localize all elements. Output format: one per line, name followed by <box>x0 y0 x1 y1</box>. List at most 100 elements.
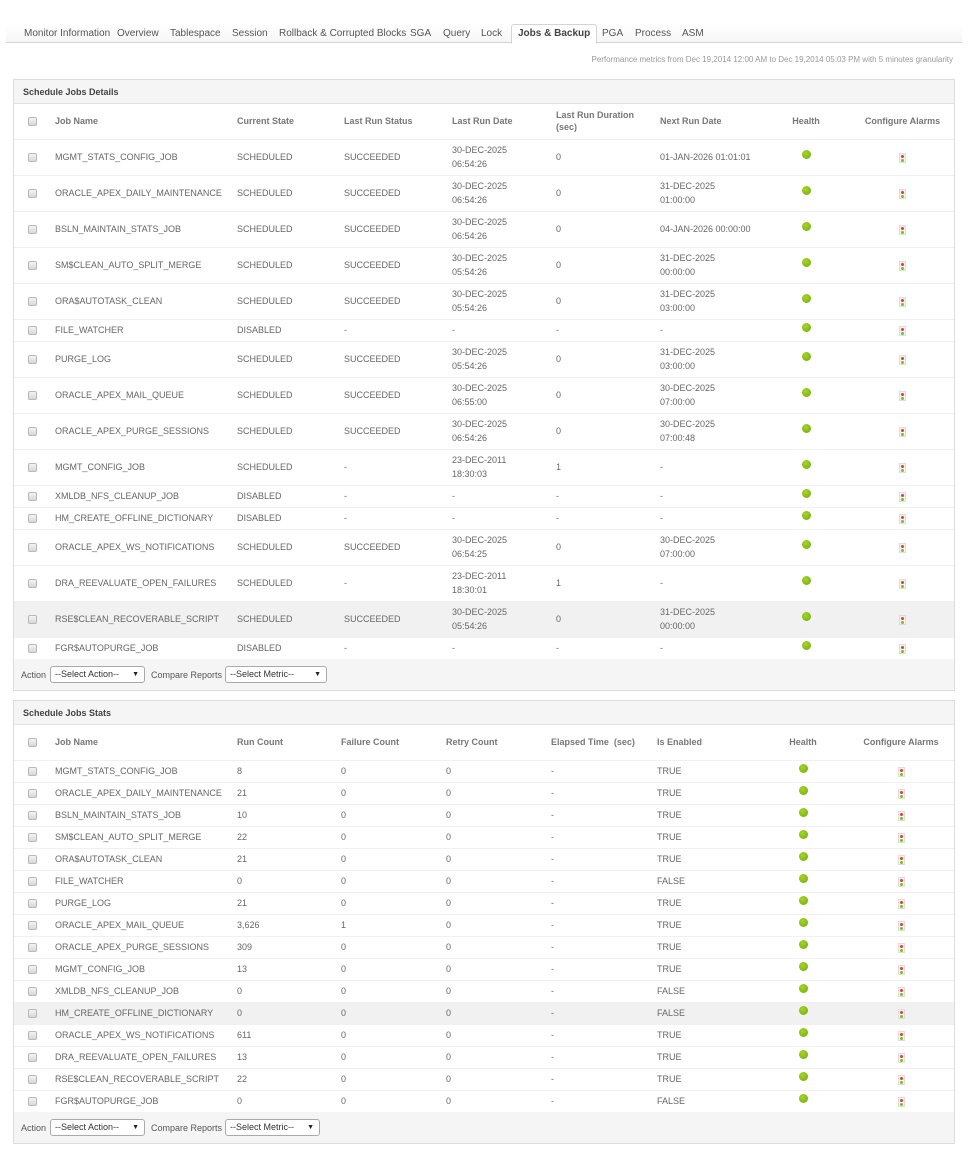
action-select[interactable]: --Select Action-- ▼ <box>50 666 146 683</box>
column-header[interactable]: Failure Count <box>337 725 442 760</box>
row-checkbox[interactable] <box>28 326 37 336</box>
traffic-light-alarm-icon[interactable] <box>897 1052 905 1063</box>
tab-pga[interactable]: PGA <box>596 27 629 43</box>
column-header[interactable]: Next Run Date <box>656 104 761 139</box>
row-checkbox[interactable] <box>28 427 37 437</box>
select-all-checkbox[interactable] <box>28 117 37 127</box>
tab-lock[interactable]: Lock <box>475 27 508 43</box>
traffic-light-alarm-icon[interactable] <box>897 766 905 777</box>
tab-tablespace[interactable]: Tablespace <box>164 27 227 43</box>
traffic-light-alarm-icon[interactable] <box>899 513 906 524</box>
row-checkbox[interactable] <box>28 1075 37 1085</box>
row-checkbox[interactable] <box>28 391 37 401</box>
column-header[interactable]: Retry Count <box>442 725 547 760</box>
row-checkbox[interactable] <box>28 877 37 887</box>
traffic-light-alarm-icon[interactable] <box>897 810 905 821</box>
column-header[interactable]: Job Name <box>51 725 233 760</box>
tab-jobs-backup[interactable]: Jobs & Backup <box>511 24 598 44</box>
row-checkbox[interactable] <box>28 514 37 524</box>
traffic-light-alarm-icon[interactable] <box>899 462 906 473</box>
row-checkbox[interactable] <box>28 855 37 865</box>
tab-session[interactable]: Session <box>226 27 274 43</box>
tab-rollback-corrupted-blocks[interactable]: Rollback & Corrupted Blocks <box>273 27 412 43</box>
column-header[interactable]: Is Enabled <box>653 725 758 760</box>
row-checkbox[interactable] <box>28 789 37 799</box>
row-checkbox[interactable] <box>28 492 37 502</box>
row-checkbox[interactable] <box>28 1031 37 1041</box>
column-header[interactable]: Elapsed Time (sec) <box>547 725 653 760</box>
traffic-light-alarm-icon[interactable] <box>897 1074 905 1085</box>
traffic-light-alarm-icon[interactable] <box>897 788 905 799</box>
row-checkbox[interactable] <box>28 833 37 843</box>
row-checkbox[interactable] <box>28 297 37 307</box>
row-checkbox[interactable] <box>28 153 37 163</box>
row-checkbox[interactable] <box>28 965 37 975</box>
column-header[interactable]: Last Run Status <box>340 104 448 139</box>
row-checkbox[interactable] <box>28 1009 37 1019</box>
traffic-light-alarm-icon[interactable] <box>897 986 905 997</box>
row-checkbox[interactable] <box>28 644 37 654</box>
tab-overview[interactable]: Overview <box>111 27 165 43</box>
row-checkbox[interactable] <box>28 987 37 997</box>
traffic-light-alarm-icon[interactable] <box>899 491 906 502</box>
last-run-date: 30-DEC-2025 05:54:26 <box>448 282 552 319</box>
traffic-light-alarm-icon[interactable] <box>899 188 906 199</box>
compare-metric-select[interactable]: --Select Metric-- ▼ <box>225 1119 321 1136</box>
column-header[interactable]: Run Count <box>233 725 337 760</box>
row-checkbox[interactable] <box>28 811 37 821</box>
traffic-light-alarm-icon[interactable] <box>899 643 906 654</box>
row-checkbox[interactable] <box>28 921 37 931</box>
row-checkbox[interactable] <box>28 579 37 589</box>
column-header[interactable]: Current State <box>233 104 340 139</box>
traffic-light-alarm-icon[interactable] <box>897 876 905 887</box>
traffic-light-alarm-icon[interactable] <box>899 224 906 235</box>
column-header[interactable]: Last Run Duration (sec) <box>552 104 656 139</box>
health-ok-icon <box>798 940 808 950</box>
traffic-light-alarm-icon[interactable] <box>899 578 906 589</box>
traffic-light-alarm-icon[interactable] <box>897 854 905 865</box>
compare-metric-select[interactable]: --Select Metric-- ▼ <box>225 666 328 683</box>
row-checkbox[interactable] <box>28 943 37 953</box>
row-checkbox[interactable] <box>28 355 37 365</box>
row-checkbox[interactable] <box>28 261 37 271</box>
tab-query[interactable]: Query <box>437 27 476 43</box>
traffic-light-alarm-icon[interactable] <box>897 898 905 909</box>
row-checkbox[interactable] <box>28 463 37 473</box>
column-header[interactable]: Job Name <box>51 104 233 139</box>
traffic-light-alarm-icon[interactable] <box>899 542 906 553</box>
row-checkbox[interactable] <box>28 189 37 199</box>
table-row: SM$CLEAN_AUTO_SPLIT_MERGE SCHEDULED SUCCEE… <box>14 246 954 283</box>
traffic-light-alarm-icon[interactable] <box>897 832 905 843</box>
traffic-light-alarm-icon[interactable] <box>899 325 906 336</box>
action-select[interactable]: --Select Action-- ▼ <box>50 1119 146 1136</box>
row-checkbox[interactable] <box>28 1053 37 1063</box>
traffic-light-alarm-icon[interactable] <box>899 614 906 625</box>
traffic-light-alarm-icon[interactable] <box>897 964 905 975</box>
traffic-light-alarm-icon[interactable] <box>899 354 906 365</box>
row-checkbox[interactable] <box>28 767 37 777</box>
tab-sga[interactable]: SGA <box>404 27 437 43</box>
row-checkbox[interactable] <box>28 615 37 625</box>
row-checkbox[interactable] <box>28 899 37 909</box>
traffic-light-alarm-icon[interactable] <box>899 390 906 401</box>
elapsed-time: - <box>547 847 653 870</box>
traffic-light-alarm-icon[interactable] <box>899 426 906 437</box>
row-checkbox[interactable] <box>28 1097 37 1107</box>
row-checkbox[interactable] <box>28 225 37 235</box>
column-header[interactable]: Last Run Date <box>448 104 552 139</box>
traffic-light-alarm-icon[interactable] <box>897 1096 905 1107</box>
traffic-light-alarm-icon[interactable] <box>899 152 906 163</box>
tab-asm[interactable]: ASM <box>676 27 710 43</box>
select-all-checkbox[interactable] <box>28 738 37 748</box>
tab-process[interactable]: Process <box>629 27 677 43</box>
traffic-light-alarm-icon[interactable] <box>897 1008 905 1019</box>
tab-monitor-information[interactable]: Monitor Information <box>18 27 116 43</box>
traffic-light-alarm-icon[interactable] <box>899 296 906 307</box>
traffic-light-alarm-icon[interactable] <box>897 1030 905 1041</box>
failure-count: 0 <box>337 1067 442 1090</box>
traffic-light-alarm-icon[interactable] <box>899 260 906 271</box>
configure-alarms-cell <box>848 1067 954 1090</box>
traffic-light-alarm-icon[interactable] <box>897 920 905 931</box>
traffic-light-alarm-icon[interactable] <box>897 942 905 953</box>
row-checkbox[interactable] <box>28 543 37 553</box>
